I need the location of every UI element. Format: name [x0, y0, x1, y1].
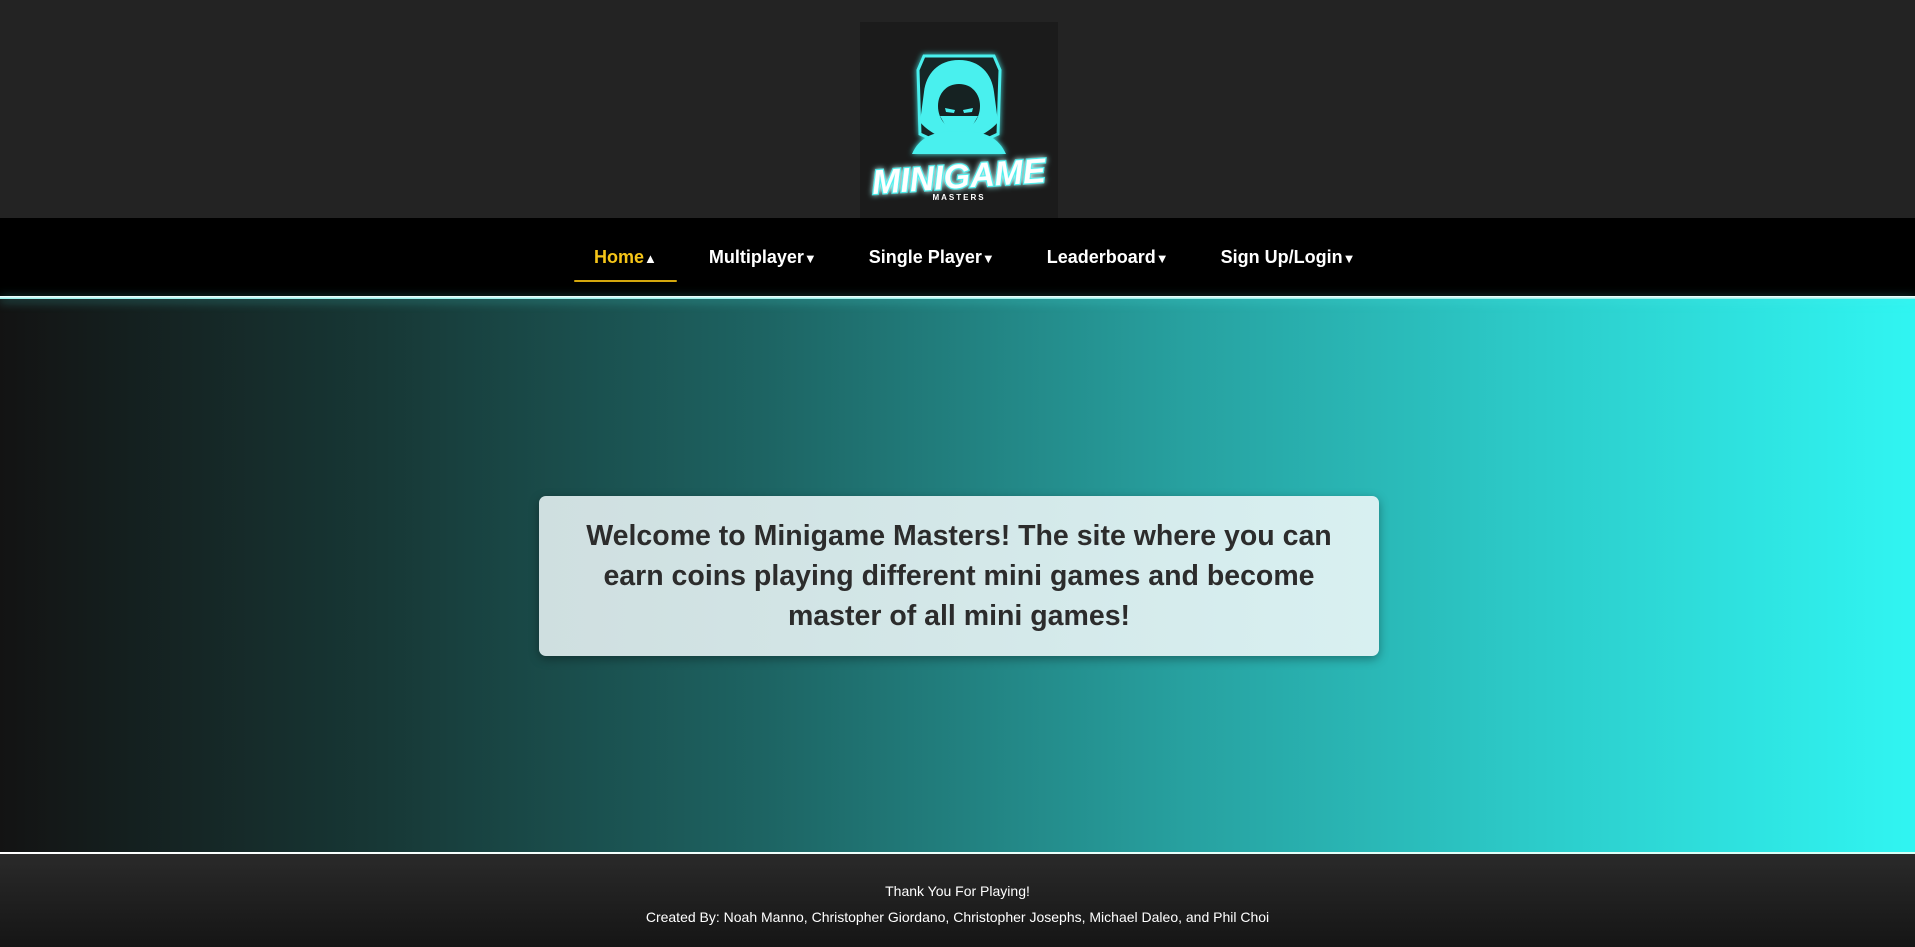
welcome-card: Welcome to Minigame Masters! The site wh… — [539, 496, 1379, 656]
nav-item-multiplayer-label: Multiplayer — [708, 246, 804, 267]
hero-section: Welcome to Minigame Masters! The site wh… — [0, 299, 1915, 852]
nav-item-leaderboard[interactable]: Leaderboard▼ — [1027, 237, 1189, 278]
caret-down-icon: ▼ — [803, 250, 817, 266]
nav-item-signup-login-label: Sign Up/Login — [1220, 246, 1343, 267]
site-header: MINIGAME MASTERS — [0, 0, 1915, 218]
nav-item-home[interactable]: Home▲ — [574, 237, 677, 282]
site-footer: Thank You For Playing! Created By: Noah … — [0, 854, 1915, 947]
nav-item-single-player-label: Single Player — [868, 246, 982, 267]
logo-wordmark: MINIGAME MASTERS — [869, 151, 1049, 204]
site-logo[interactable]: MINIGAME MASTERS — [860, 22, 1058, 218]
nav-item-home-label: Home — [594, 246, 645, 267]
nav-item-signup-login[interactable]: Sign Up/Login▼ — [1201, 237, 1376, 278]
welcome-message: Welcome to Minigame Masters! The site wh… — [586, 520, 1332, 632]
footer-credits: Created By: Noah Manno, Christopher Gior… — [645, 909, 1270, 925]
hooded-ninja-logo-icon: MINIGAME MASTERS — [869, 54, 1049, 204]
nav-divider — [0, 296, 1915, 299]
logo-subtitle: MASTERS — [932, 193, 985, 202]
nav-item-single-player[interactable]: Single Player▼ — [849, 237, 1015, 278]
caret-up-icon: ▲ — [644, 250, 657, 266]
footer-thanks: Thank You For Playing! — [885, 883, 1030, 899]
nav-item-leaderboard-label: Leaderboard — [1046, 246, 1156, 267]
nav-menu: Home▲ Multiplayer▼ Single Player▼ Leader… — [574, 218, 1388, 296]
main-navigation: Home▲ Multiplayer▼ Single Player▼ Leader… — [0, 218, 1915, 296]
caret-down-icon: ▼ — [1155, 250, 1169, 266]
nav-item-multiplayer[interactable]: Multiplayer▼ — [689, 237, 837, 278]
caret-down-icon: ▼ — [981, 250, 995, 266]
caret-down-icon: ▼ — [1342, 250, 1356, 266]
